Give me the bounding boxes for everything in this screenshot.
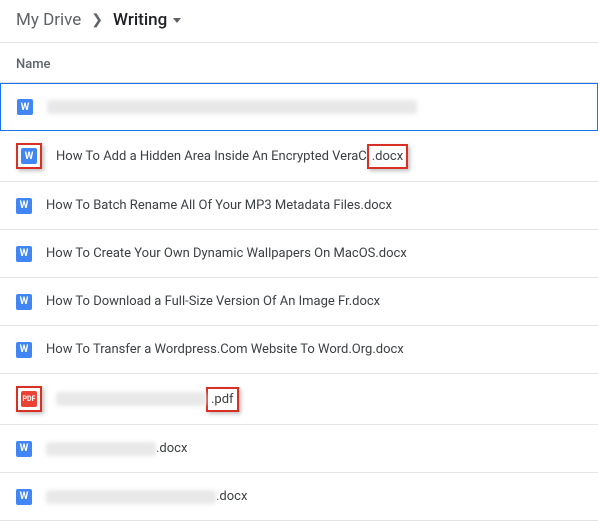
annotation-box: PDF: [16, 386, 42, 412]
breadcrumb: My Drive ❯ Writing: [0, 0, 598, 43]
breadcrumb-current[interactable]: Writing: [113, 10, 181, 30]
file-name-redacted: [46, 490, 216, 504]
file-row[interactable]: W .docx: [0, 425, 598, 473]
file-name: .docx: [46, 489, 247, 504]
file-name: How To Add a Hidden Area Inside An Encry…: [56, 144, 408, 169]
file-row[interactable]: W .docx: [0, 473, 598, 521]
file-name: How To Batch Rename All Of Your MP3 Meta…: [46, 198, 392, 213]
pdf-file-icon: PDF: [21, 391, 37, 407]
file-name: How To Transfer a Wordpress.Com Website …: [46, 342, 404, 357]
file-ext: .docx: [216, 489, 247, 504]
file-name: .docx: [46, 441, 187, 456]
chevron-right-icon: ❯: [91, 12, 103, 28]
file-row[interactable]: W How To Batch Rename All Of Your MP3 Met…: [0, 182, 598, 230]
file-name: How To Create Your Own Dynamic Wallpaper…: [46, 246, 407, 261]
docx-file-icon: W: [16, 246, 32, 262]
annotation-box: .docx: [367, 144, 408, 169]
docx-file-icon: W: [17, 99, 33, 115]
docx-file-icon: W: [16, 489, 32, 505]
file-ext: .docx: [372, 149, 403, 164]
file-name: How To Download a Full-Size Version Of A…: [46, 294, 380, 309]
docx-file-icon: W: [16, 342, 32, 358]
docx-file-icon: W: [16, 441, 32, 457]
file-name: .pdf: [56, 387, 239, 412]
docx-file-icon: W: [16, 198, 32, 214]
file-row[interactable]: W How To Add a Hidden Area Inside An Encr…: [0, 131, 598, 182]
column-header-name[interactable]: Name: [0, 43, 598, 83]
file-name-redacted: [56, 392, 206, 406]
annotation-box: W: [16, 143, 42, 169]
file-ext: .pdf: [211, 392, 234, 407]
file-row[interactable]: W How To Transfer a Wordpress.Com Website…: [0, 326, 598, 374]
file-list: W W How To Add a Hidden Area Inside An Enc…: [0, 83, 598, 521]
docx-file-icon: W: [16, 294, 32, 310]
docx-file-icon: W: [21, 148, 37, 164]
file-name-redacted: [47, 100, 417, 114]
breadcrumb-root[interactable]: My Drive: [16, 10, 81, 30]
file-row[interactable]: PDF .pdf: [0, 374, 598, 425]
file-row[interactable]: W How To Download a Full-Size Version Of …: [0, 278, 598, 326]
file-row[interactable]: W: [0, 83, 598, 131]
file-row[interactable]: W How To Create Your Own Dynamic Wallpape…: [0, 230, 598, 278]
file-ext: .docx: [156, 441, 187, 456]
chevron-down-icon[interactable]: [173, 18, 181, 23]
breadcrumb-current-label: Writing: [113, 10, 167, 30]
file-name-redacted: [46, 442, 156, 456]
annotation-box: .pdf: [206, 387, 239, 412]
